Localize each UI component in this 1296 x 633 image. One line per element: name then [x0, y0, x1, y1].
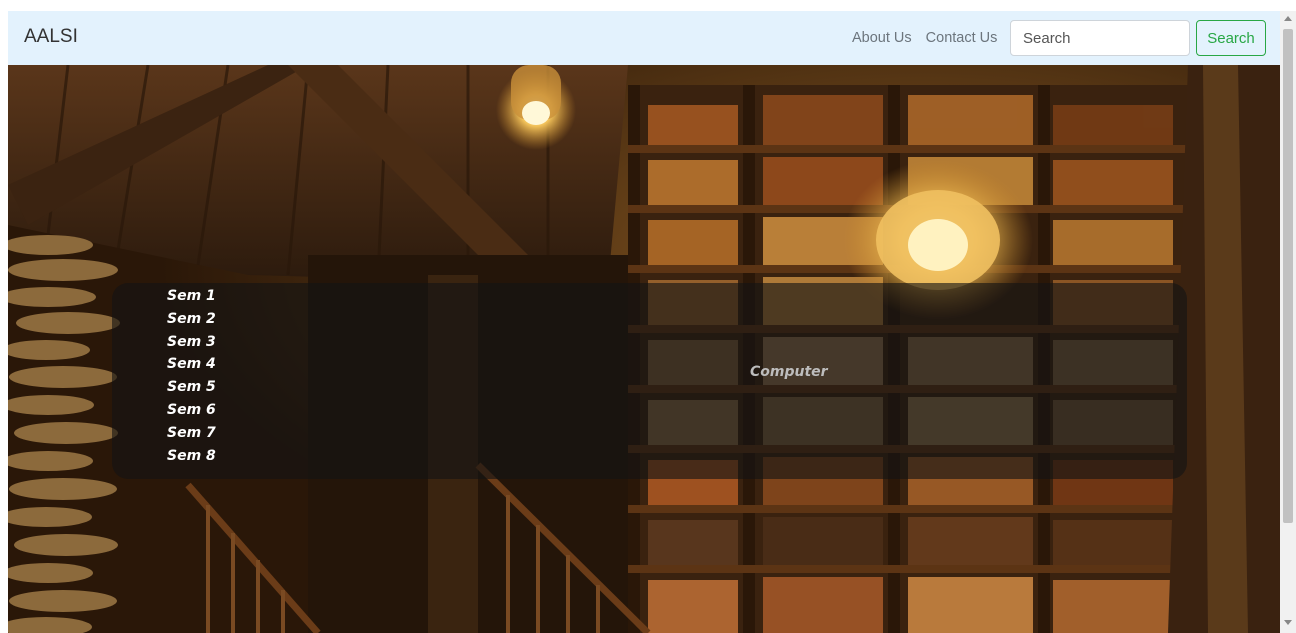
page-scrollbar[interactable] [1280, 11, 1296, 633]
nav-link-about-us[interactable]: About Us [852, 30, 912, 46]
nav-links: About Us Contact Us [852, 30, 997, 46]
semester-link-5[interactable]: Sem 5 [167, 376, 216, 399]
department-title: Computer [750, 364, 828, 380]
navbar: AALSI About Us Contact Us Search [8, 11, 1280, 65]
scroll-up-icon[interactable] [1284, 16, 1292, 21]
semester-link-8[interactable]: Sem 8 [167, 445, 216, 468]
semester-link-7[interactable]: Sem 7 [167, 422, 216, 445]
browser-viewport: AALSI About Us Contact Us Search Search … [0, 0, 1296, 633]
semester-link-6[interactable]: Sem 6 [167, 399, 216, 422]
scroll-thumb[interactable] [1283, 29, 1293, 523]
brand-logo[interactable]: AALSI [24, 26, 78, 48]
semester-list: Sem 1 Sem 2 Sem 3 Sem 4 Sem 5 Sem 6 Sem … [167, 285, 216, 467]
semester-panel: Sem 1 Sem 2 Sem 3 Sem 4 Sem 5 Sem 6 Sem … [112, 283, 1187, 479]
nav-link-contact-us[interactable]: Contact Us [926, 30, 998, 46]
top-strip [0, 0, 1296, 11]
scroll-down-icon[interactable] [1284, 620, 1292, 625]
search-button[interactable]: Search [1196, 20, 1266, 56]
semester-link-3[interactable]: Sem 3 [167, 331, 216, 354]
semester-link-4[interactable]: Sem 4 [167, 353, 216, 376]
semester-link-1[interactable]: Sem 1 [167, 285, 216, 308]
search-input[interactable] [1010, 20, 1190, 56]
hero-library-background: Sem 1 Sem 2 Sem 3 Sem 4 Sem 5 Sem 6 Sem … [8, 65, 1280, 633]
semester-link-2[interactable]: Sem 2 [167, 308, 216, 331]
